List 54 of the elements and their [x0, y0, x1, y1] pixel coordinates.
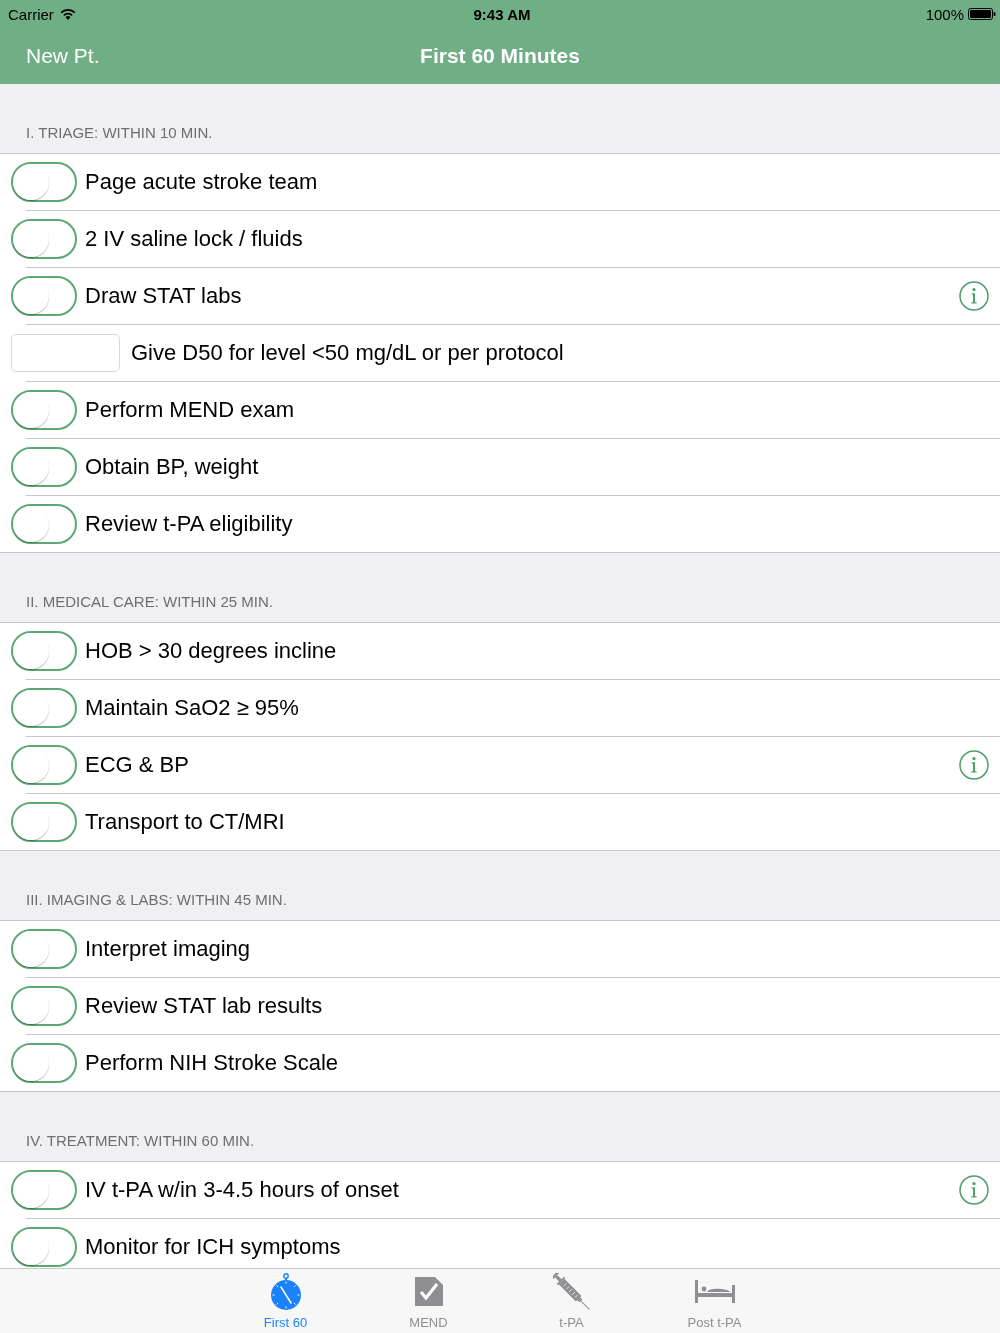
item-label: Monitor for ICH symptoms	[85, 1234, 341, 1260]
section-header: II. MEDICAL CARE: WITHIN 25 MIN.	[25, 592, 274, 612]
syringe-icon	[552, 1272, 591, 1311]
item-label: 2 IV saline lock / fluids	[85, 226, 303, 252]
item-label: Perform NIH Stroke Scale	[85, 1050, 339, 1076]
new-patient-button[interactable]: New Pt.	[20, 40, 106, 72]
tab[interactable]: First 60	[214, 1269, 357, 1333]
stopwatch-icon	[269, 1273, 302, 1310]
toggle-switch[interactable]	[11, 986, 77, 1026]
item-label: Obtain BP, weight	[85, 454, 259, 480]
section-header: IV. TREATMENT: WITHIN 60 MIN.	[25, 1131, 256, 1151]
item-label: Review t-PA eligibility	[85, 511, 293, 537]
toggle-switch[interactable]	[11, 219, 77, 259]
toggle-switch[interactable]	[11, 447, 77, 487]
input-field[interactable]	[11, 334, 120, 372]
screen-title: First 60 Minutes	[420, 44, 580, 68]
toggle-switch[interactable]	[11, 504, 77, 544]
info-icon[interactable]	[959, 1175, 989, 1205]
toggle-switch[interactable]	[11, 1170, 77, 1210]
item-label: HOB > 30 degrees incline	[85, 638, 337, 664]
battery-icon	[968, 8, 996, 20]
toggle-switch[interactable]	[11, 802, 77, 842]
section-header: I. TRIAGE: WITHIN 10 MIN.	[25, 123, 214, 143]
toggle-switch[interactable]	[11, 162, 77, 202]
carrier-label: Carrier	[8, 5, 54, 23]
item-label: Draw STAT labs	[85, 283, 242, 309]
toggle-switch[interactable]	[11, 276, 77, 316]
info-icon[interactable]	[959, 281, 989, 311]
toggle-switch[interactable]	[11, 631, 77, 671]
toggle-switch[interactable]	[11, 1043, 77, 1083]
info-icon[interactable]	[959, 750, 989, 780]
item-label: Give D50 for level <50 mg/dL or per protocol	[131, 340, 564, 366]
check-document-icon	[414, 1277, 443, 1306]
item-label: Interpret imaging	[85, 936, 251, 962]
tab[interactable]: Post t-PA	[643, 1269, 786, 1333]
tab[interactable]: MEND	[357, 1269, 500, 1333]
battery-percentage: 100%	[925, 5, 964, 23]
item-label: Page acute stroke team	[85, 169, 318, 195]
toggle-switch[interactable]	[11, 390, 77, 430]
item-label: Review STAT lab results	[85, 993, 323, 1019]
item-label: Transport to CT/MRI	[85, 809, 285, 835]
section-header: III. IMAGING & LABS: WITHIN 45 MIN.	[25, 890, 288, 910]
item-label: Maintain SaO2 ≥ 95%	[85, 695, 299, 721]
bed-icon	[694, 1280, 735, 1303]
item-label: IV t-PA w/in 3-4.5 hours of onset	[85, 1177, 399, 1203]
tab[interactable]: t-PA	[500, 1269, 643, 1333]
toggle-switch[interactable]	[11, 929, 77, 969]
toggle-switch[interactable]	[11, 688, 77, 728]
toggle-switch[interactable]	[11, 745, 77, 785]
item-label: Perform MEND exam	[85, 397, 295, 423]
item-label: ECG & BP	[85, 752, 189, 778]
clock-time: 9:43 AM	[473, 5, 531, 23]
toggle-switch[interactable]	[11, 1227, 77, 1267]
wifi-icon	[59, 8, 76, 20]
